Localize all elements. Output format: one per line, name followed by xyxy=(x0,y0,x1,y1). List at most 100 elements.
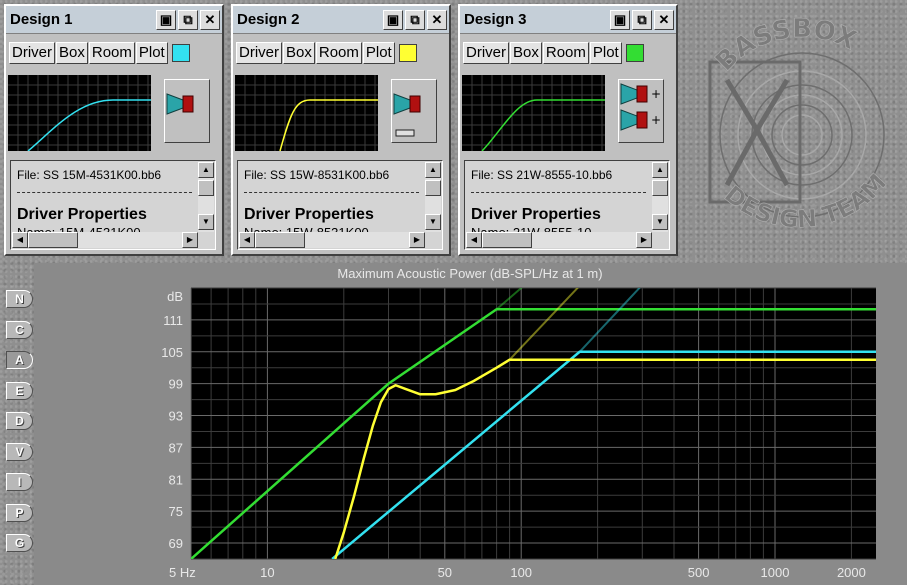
restore-button[interactable]: ⧉ xyxy=(405,9,425,30)
view-button-n[interactable]: N xyxy=(6,290,33,308)
tab-room[interactable]: Room xyxy=(315,42,362,64)
mini-response-graph xyxy=(235,75,378,152)
close-button[interactable]: ✕ xyxy=(427,9,447,30)
chart-title: Maximum Acoustic Power (dB-SPL/Hz at 1 m… xyxy=(337,266,602,281)
x-tick-label: 100 xyxy=(510,565,532,580)
y-tick-label: 81 xyxy=(169,472,183,487)
tab-box[interactable]: Box xyxy=(283,42,315,64)
view-button-g[interactable]: G xyxy=(6,534,33,552)
tab-box[interactable]: Box xyxy=(510,42,542,64)
close-button[interactable]: ✕ xyxy=(200,9,220,30)
driver-cone xyxy=(393,93,411,115)
horizontal-scrollbar[interactable]: ◀ ▶ xyxy=(12,232,198,248)
save-button[interactable]: ▣ xyxy=(156,9,176,30)
scroll-up-button[interactable]: ▲ xyxy=(425,162,441,178)
scroll-left-button[interactable]: ◀ xyxy=(466,232,482,248)
tab-driver[interactable]: Driver xyxy=(9,42,55,64)
separator xyxy=(17,192,192,193)
enclosure-icon[interactable] xyxy=(391,79,437,143)
plus-icon: + xyxy=(651,87,661,101)
scroll-right-button[interactable]: ▶ xyxy=(182,232,198,248)
design-title: Design 2 xyxy=(237,11,300,28)
logo-bottom-text: DESIGN TEAM xyxy=(719,168,893,234)
design-title: Design 3 xyxy=(464,11,527,28)
file-name: File: SS 15W-8531K00.bb6 xyxy=(244,168,390,182)
scroll-thumb[interactable] xyxy=(652,180,668,196)
x-tick-label: 50 xyxy=(438,565,452,580)
separator xyxy=(471,192,646,193)
close-icon: ✕ xyxy=(658,11,670,27)
driver-cone xyxy=(166,93,184,115)
scroll-left-button[interactable]: ◀ xyxy=(12,232,28,248)
tab-box[interactable]: Box xyxy=(56,42,88,64)
x-tick-label: 1000 xyxy=(761,565,790,580)
svg-text:DESIGN TEAM: DESIGN TEAM xyxy=(719,168,892,233)
x-tick-label: 2000 xyxy=(837,565,866,580)
color-swatch[interactable] xyxy=(625,44,644,62)
scroll-down-button[interactable]: ▼ xyxy=(198,214,214,230)
view-button-i[interactable]: I xyxy=(6,473,33,491)
scroll-thumb[interactable] xyxy=(425,180,441,196)
color-swatch[interactable] xyxy=(398,44,417,62)
y-tick-label: 111 xyxy=(163,313,183,328)
restore-button[interactable]: ⧉ xyxy=(632,9,652,30)
horizontal-scrollbar[interactable]: ◀ ▶ xyxy=(239,232,425,248)
driver-info-box: File: SS 21W-8555-10.bb6 Driver Propertie… xyxy=(464,160,670,250)
mini-response-graph xyxy=(8,75,151,152)
scroll-thumb[interactable] xyxy=(198,180,214,196)
tab-driver[interactable]: Driver xyxy=(463,42,509,64)
enclosure-svg: ++ xyxy=(620,83,661,131)
save-button[interactable]: ▣ xyxy=(383,9,403,30)
close-button[interactable]: ✕ xyxy=(654,9,674,30)
enclosure-icon[interactable] xyxy=(164,79,210,143)
driver-cone xyxy=(620,109,638,131)
scroll-left-button[interactable]: ◀ xyxy=(239,232,255,248)
tab-room[interactable]: Room xyxy=(542,42,589,64)
x-tick-label: 10 xyxy=(260,565,274,580)
scroll-right-button[interactable]: ▶ xyxy=(636,232,652,248)
mini-response-graph xyxy=(462,75,605,152)
view-button-e[interactable]: E xyxy=(6,381,33,400)
design-panel-3: Design 3 ▣ ⧉ ✕ Driver Box Room Plot + + File: SS 2… xyxy=(458,4,678,256)
scroll-up-button[interactable]: ▲ xyxy=(198,162,214,178)
vertical-scrollbar[interactable]: ▲ ▼ xyxy=(425,162,441,232)
view-button-p[interactable]: P xyxy=(6,503,33,522)
close-icon: ✕ xyxy=(431,11,443,27)
scroll-thumb[interactable] xyxy=(28,232,78,248)
restore-button[interactable]: ⧉ xyxy=(178,9,198,30)
view-button-c[interactable]: C xyxy=(6,320,33,339)
svg-text:BASSBOX: BASSBOX xyxy=(710,14,861,77)
tab-driver[interactable]: Driver xyxy=(236,42,282,64)
vertical-scrollbar[interactable]: ▲ ▼ xyxy=(198,162,214,232)
view-button-v[interactable]: V xyxy=(6,442,33,461)
x-tick-label: 500 xyxy=(688,565,710,580)
tab-plot[interactable]: Plot xyxy=(589,42,622,64)
save-button[interactable]: ▣ xyxy=(610,9,630,30)
y-axis-label: dB xyxy=(167,289,183,304)
color-swatch[interactable] xyxy=(171,44,190,62)
plus-icon: + xyxy=(651,113,661,127)
scroll-up-button[interactable]: ▲ xyxy=(652,162,668,178)
scroll-down-button[interactable]: ▼ xyxy=(425,214,441,230)
bassbox-logo: BASSBOX DESIGN TEAM xyxy=(708,14,892,234)
driver-info-box: File: SS 15M-4531K00.bb6 Driver Propertie… xyxy=(10,160,216,250)
tab-plot[interactable]: Plot xyxy=(362,42,395,64)
design-title: Design 1 xyxy=(10,11,73,28)
tab-room[interactable]: Room xyxy=(88,42,135,64)
view-button-d[interactable]: D xyxy=(6,412,33,430)
scroll-thumb[interactable] xyxy=(482,232,532,248)
driver-info-box: File: SS 15W-8531K00.bb6 Driver Propertie… xyxy=(237,160,443,250)
scroll-right-button[interactable]: ▶ xyxy=(409,232,425,248)
plot-background xyxy=(191,288,876,559)
design-titlebar: Design 3 ▣ ⧉ ✕ xyxy=(460,6,676,34)
y-tick-label: 75 xyxy=(169,504,183,519)
y-tick-label: 105 xyxy=(161,345,183,360)
horizontal-scrollbar[interactable]: ◀ ▶ xyxy=(466,232,652,248)
scroll-down-button[interactable]: ▼ xyxy=(652,214,668,230)
tab-plot[interactable]: Plot xyxy=(135,42,168,64)
enclosure-icon[interactable]: + + xyxy=(618,79,664,143)
scroll-thumb[interactable] xyxy=(255,232,305,248)
view-button-a[interactable]: A xyxy=(6,351,33,369)
plot-area: Maximum Acoustic Power (dB-SPL/Hz at 1 m… xyxy=(34,263,907,585)
vertical-scrollbar[interactable]: ▲ ▼ xyxy=(652,162,668,232)
